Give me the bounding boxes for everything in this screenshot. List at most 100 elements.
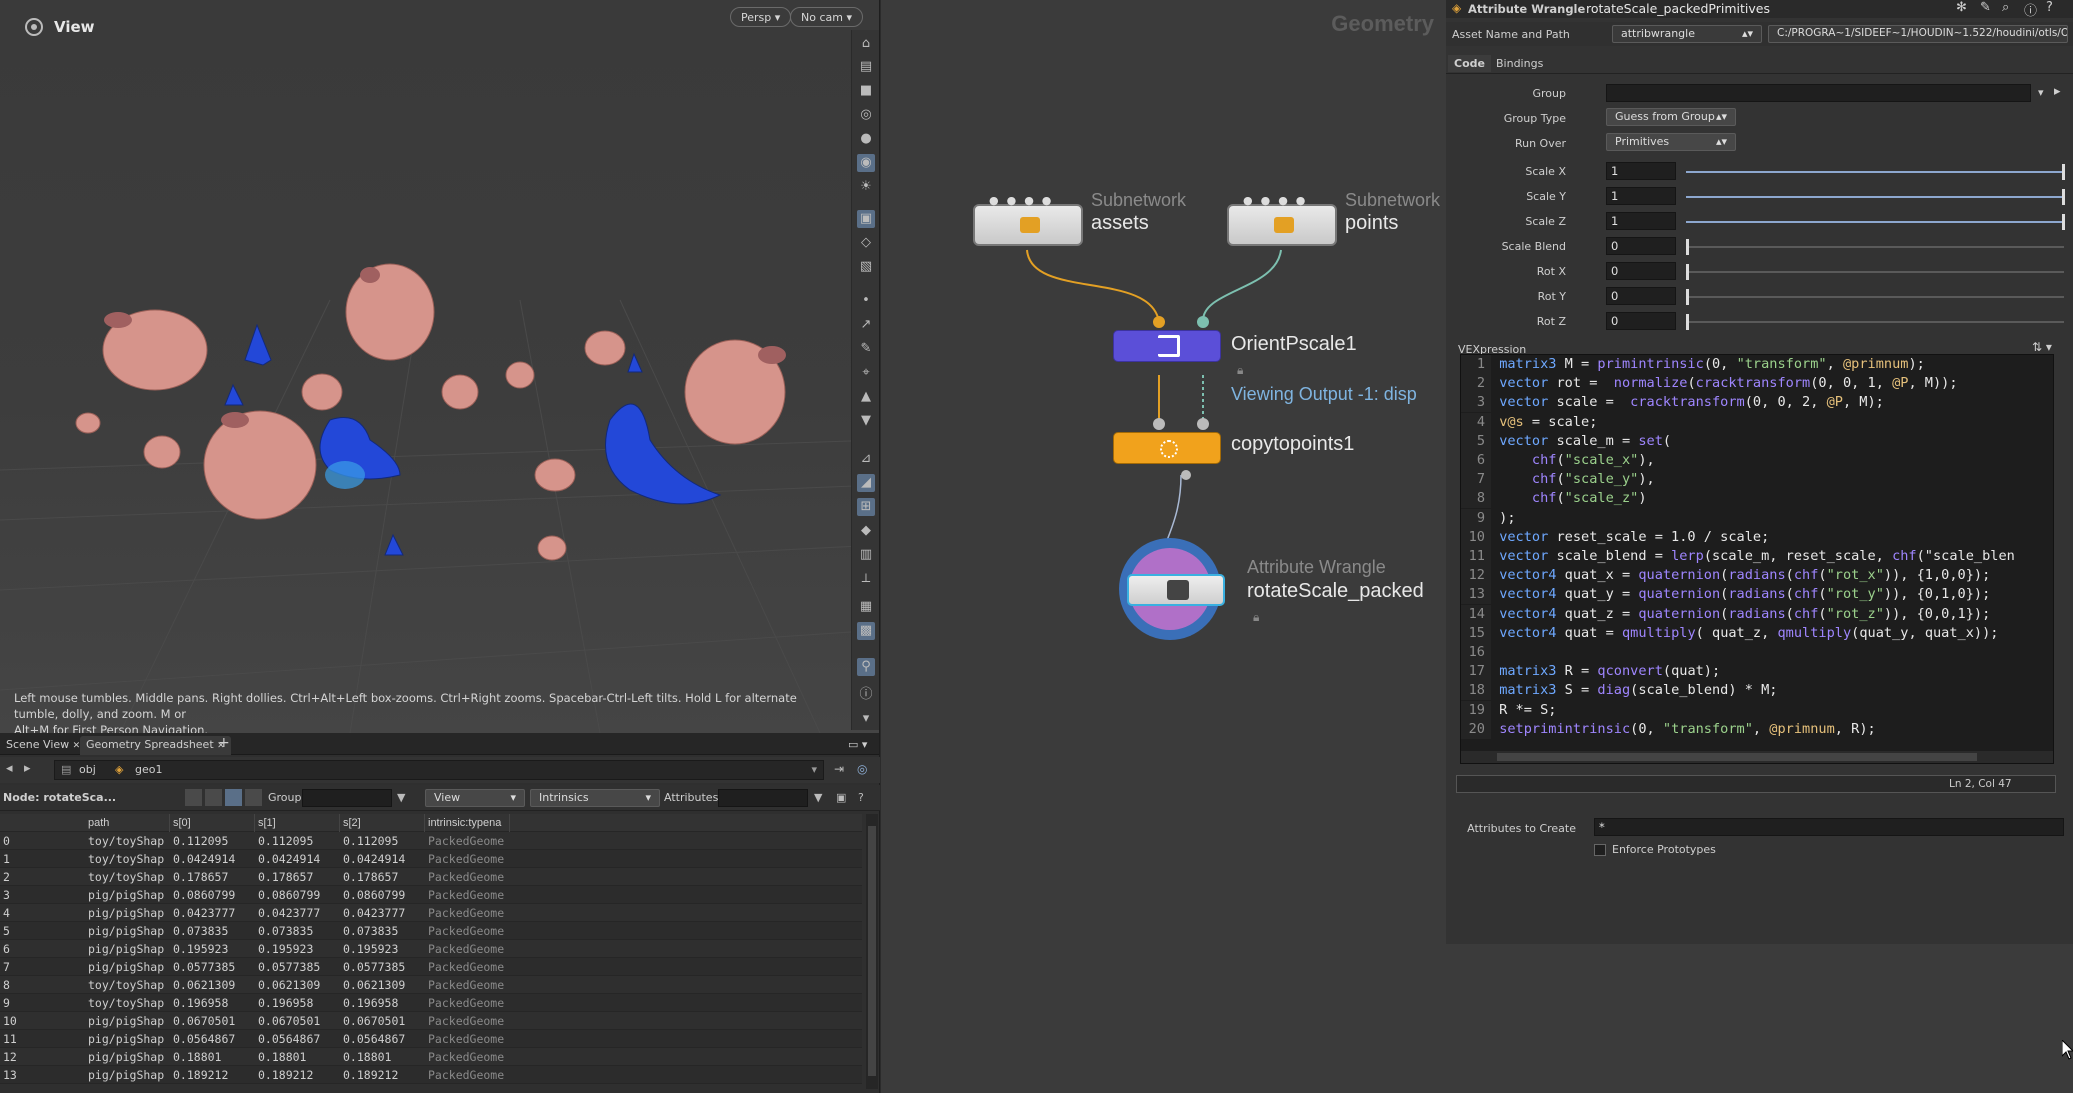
table-row[interactable]: 7 pig/pigShap 0.0577385 0.0577385 0.0577385 P…: [0, 958, 862, 976]
param-slider[interactable]: [1686, 321, 2064, 323]
code-line[interactable]: 7 chf("scale_y"),: [1461, 470, 1655, 490]
display-options-icon[interactable]: ⌂: [857, 35, 875, 53]
edges-icon[interactable]: ⌖: [857, 364, 875, 382]
param-slider[interactable]: [1686, 246, 2064, 248]
table-row[interactable]: 3 pig/pigShap 0.0860799 0.0860799 0.0860799 P…: [0, 886, 862, 904]
run-over-dropdown[interactable]: Primitives ▴▾: [1606, 133, 1736, 151]
path-field[interactable]: ▤ obj ◈ geo1 ▾: [54, 760, 824, 780]
code-line[interactable]: 16: [1461, 643, 1499, 662]
search-icon[interactable]: ⌕: [2002, 0, 2009, 15]
shading-icon[interactable]: ●: [857, 130, 875, 148]
network-editor[interactable]: Geometry ●●●● Subnetwork assets ●●●● Sub…: [881, 0, 1446, 1093]
lock-icon[interactable]: ■: [857, 82, 875, 100]
node-name-label[interactable]: copytopoints1: [1231, 433, 1354, 456]
code-line[interactable]: 6 chf("scale_x"),: [1461, 451, 1655, 470]
table-row[interactable]: 9 toy/toyShap 0.196958 0.196958 0.196958 Pack…: [0, 994, 862, 1012]
param-slider[interactable]: [1686, 271, 2064, 273]
camera-menu-button[interactable]: No cam ▾: [790, 7, 863, 27]
param-value-field[interactable]: 0: [1606, 312, 1676, 330]
pane-menu-icon[interactable]: ▭ ▾: [842, 736, 873, 755]
header-s2[interactable]: s[2]: [340, 814, 425, 832]
node-orientpscale1[interactable]: [1113, 330, 1221, 362]
back-arrow-icon[interactable]: ◂: [6, 761, 13, 776]
group-dropdown-icon[interactable]: ▾: [2038, 86, 2044, 99]
code-line[interactable]: 3 vector scale = cracktransform(0, 0, 2,…: [1461, 393, 1884, 413]
fill-icon[interactable]: ▼: [857, 412, 875, 430]
code-line[interactable]: 2 vector rot = normalize(cracktransform(…: [1461, 374, 1958, 394]
code-line[interactable]: 1 matrix3 M = primintrinsic(0, "transfor…: [1461, 355, 1925, 374]
input-port[interactable]: [1197, 316, 1209, 328]
param-slider[interactable]: [1686, 296, 2064, 298]
code-line[interactable]: 12 vector4 quat_x = quaternion(radians(c…: [1461, 566, 1990, 586]
point-icon[interactable]: •: [857, 292, 875, 310]
node-name-label[interactable]: OrientPscale1: [1231, 333, 1357, 356]
path-geo[interactable]: geo1: [135, 761, 162, 779]
node-copytopoints1[interactable]: [1113, 432, 1221, 464]
param-value-field[interactable]: 0: [1606, 262, 1676, 280]
code-line[interactable]: 17 matrix3 R = qconvert(quat);: [1461, 662, 1720, 682]
select-arrow-icon[interactable]: ▸: [2054, 84, 2061, 99]
code-line[interactable]: 5 vector scale_m = set(: [1461, 431, 1671, 451]
group-field[interactable]: [1606, 84, 2031, 102]
param-value-field[interactable]: 1: [1606, 162, 1676, 180]
code-line[interactable]: 4 v@s = scale;: [1461, 412, 1597, 432]
points-class-icon[interactable]: [185, 789, 202, 806]
asset-name-dropdown[interactable]: attribwrangle ▴▾: [1612, 25, 1762, 43]
info-icon[interactable]: ⓘ: [857, 686, 875, 704]
help-icon[interactable]: ⓘ: [2024, 0, 2037, 19]
cube-icon[interactable]: ▧: [857, 258, 875, 276]
path-dropdown-icon[interactable]: ▾: [811, 761, 817, 779]
path-obj[interactable]: obj: [79, 761, 96, 779]
brush-icon[interactable]: ✎: [1980, 0, 1991, 15]
param-value-field[interactable]: 0: [1606, 237, 1676, 255]
code-line[interactable]: 14 vector4 quat_z = quaternion(radians(c…: [1461, 604, 1990, 624]
brush-icon[interactable]: ✎: [857, 340, 875, 358]
table-row[interactable]: 4 pig/pigShap 0.0423777 0.0423777 0.0423777 P…: [0, 904, 862, 922]
param-slider-handle[interactable]: [2062, 214, 2065, 230]
background-icon[interactable]: ▩: [857, 622, 875, 640]
asset-path-dropdown[interactable]: C:/PROGRA~1/SIDEEF~1/HOUDIN~1.522/houdin…: [1768, 25, 2068, 43]
pin-link-icon[interactable]: ⇥: [834, 762, 844, 776]
node-name-field[interactable]: rotateScale_packedPrimitives: [1586, 1, 1770, 16]
output-port[interactable]: [1181, 470, 1191, 480]
input-port[interactable]: [1153, 316, 1165, 328]
forward-arrow-icon[interactable]: ▸: [24, 761, 31, 776]
chevron-down-icon[interactable]: ▾: [857, 710, 875, 728]
wrangle-node-body[interactable]: [1127, 574, 1225, 606]
tab-scene-view[interactable]: Scene View ✕: [0, 736, 86, 755]
question-icon[interactable]: ?: [2046, 0, 2053, 15]
light-icon[interactable]: ☀: [857, 178, 875, 196]
param-slider-handle[interactable]: [1686, 314, 1689, 330]
table-row[interactable]: 6 pig/pigShap 0.195923 0.195923 0.195923 Pack…: [0, 940, 862, 958]
param-slider-handle[interactable]: [1686, 289, 1689, 305]
table-row[interactable]: 1 toy/toyShap 0.0424914 0.0424914 0.0424914 P…: [0, 850, 862, 868]
detail-class-icon[interactable]: [245, 789, 262, 806]
intrinsics-dropdown[interactable]: Intrinsics ▾: [530, 789, 660, 807]
vertices-class-icon[interactable]: [205, 789, 222, 806]
help-circle-icon[interactable]: ◎: [857, 762, 867, 776]
param-value-field[interactable]: 1: [1606, 187, 1676, 205]
xray-icon[interactable]: ◇: [857, 234, 875, 252]
group-type-dropdown[interactable]: Guess from Group ▴▾: [1606, 108, 1736, 126]
table-row[interactable]: 12 pig/pigShap 0.18801 0.18801 0.18801 Packed…: [0, 1048, 862, 1066]
header-s0[interactable]: s[0]: [170, 814, 255, 832]
lock-icon[interactable]: 🔒︎: [1253, 610, 1259, 625]
grid-icon[interactable]: ⊞: [857, 498, 875, 516]
lock-icon[interactable]: 🔒︎: [1237, 363, 1243, 378]
table-row[interactable]: 8 toy/toyShap 0.0621309 0.0621309 0.0621309 P…: [0, 976, 862, 994]
code-line[interactable]: 19 R *= S;: [1461, 700, 1556, 720]
code-hscrollbar[interactable]: [1461, 751, 2053, 763]
paint-icon[interactable]: ▲: [857, 388, 875, 406]
node-assets[interactable]: [973, 204, 1083, 246]
code-line[interactable]: 15 vector4 quat = qmultiply( quat_z, qmu…: [1461, 623, 1998, 643]
spreadsheet-help-icon[interactable]: ?: [858, 791, 864, 804]
node-name-label[interactable]: assets: [1091, 212, 1149, 235]
vex-code-editor[interactable]: 1 matrix3 M = primintrinsic(0, "transfor…: [1460, 354, 2054, 764]
input-port[interactable]: [1197, 418, 1209, 430]
scene-viewport[interactable]: View Persp ▾ No cam ▾ ⌂ ▤ ■ ◎ ● ◉ ☀ ▣ ◇ …: [0, 0, 880, 733]
node-points[interactable]: [1227, 204, 1337, 246]
stack-icon[interactable]: ▦: [857, 598, 875, 616]
filter-icon[interactable]: ▼: [397, 791, 405, 804]
code-line[interactable]: 13 vector4 quat_y = quaternion(radians(c…: [1461, 585, 1990, 605]
param-value-field[interactable]: 0: [1606, 287, 1676, 305]
